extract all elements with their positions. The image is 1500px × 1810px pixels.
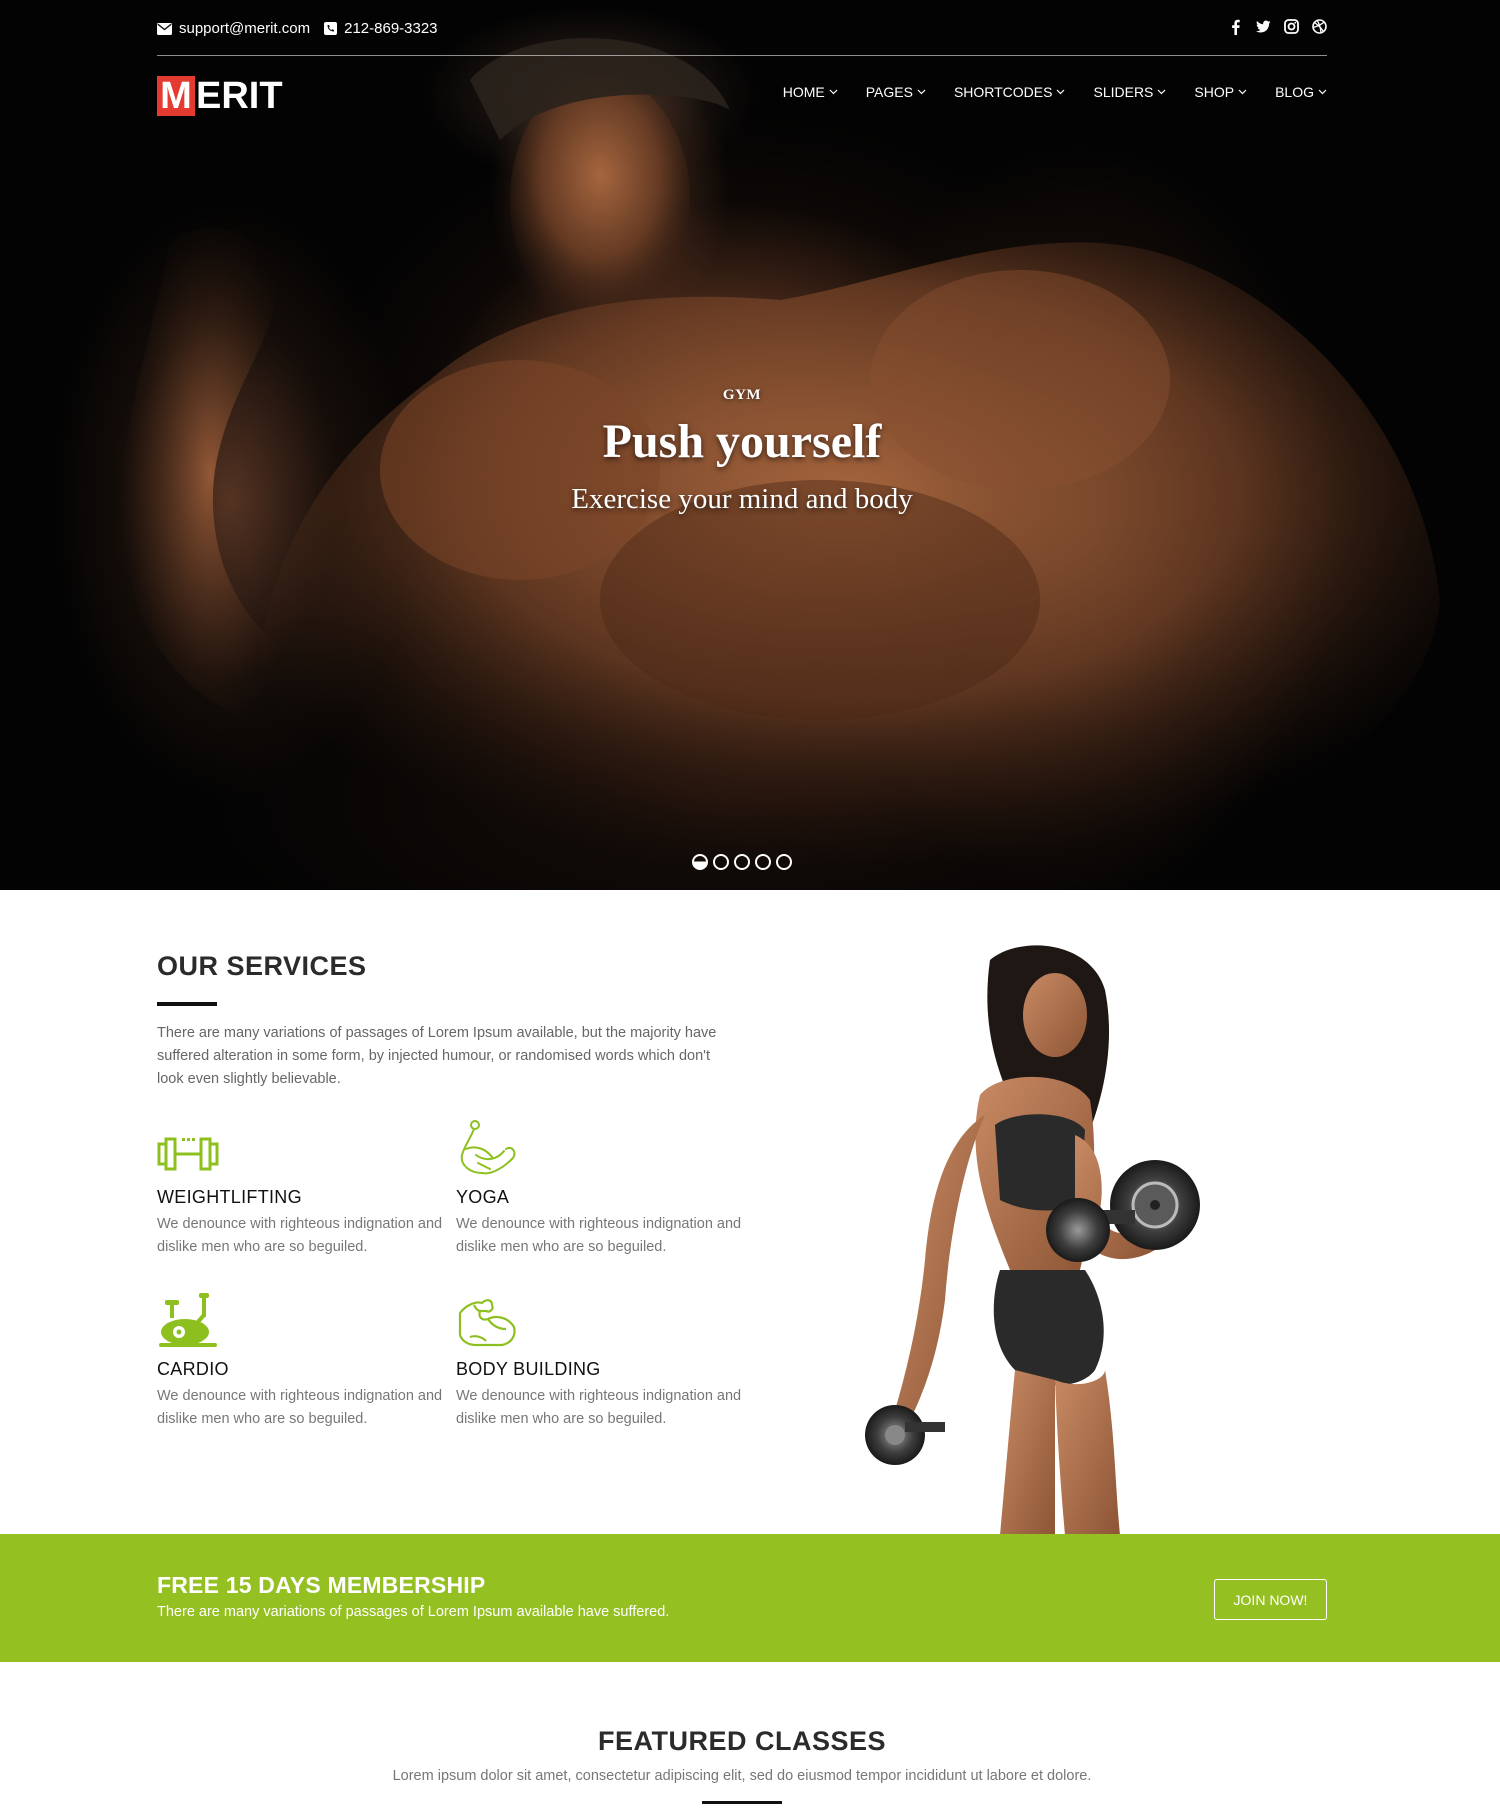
envelope-icon xyxy=(157,22,172,35)
dribbble-icon[interactable] xyxy=(1312,18,1327,35)
featured-title: FEATURED CLASSES xyxy=(597,1726,887,1756)
nav-label: SLIDERS xyxy=(1093,84,1154,100)
cta-title: FREE 15 DAYS MEMBERSHIP xyxy=(157,1572,486,1598)
dumbbell-icon xyxy=(157,1119,447,1181)
featured-subtitle: Lorem ipsum dolor sit amet, consectetur … xyxy=(392,1768,1092,1784)
services-intro: There are many variations of passages of… xyxy=(157,1025,717,1087)
exercise-bike-icon xyxy=(157,1291,447,1353)
services-title: OUR SERVICES xyxy=(157,951,367,981)
nav-label: HOME xyxy=(782,84,825,100)
twitter-icon[interactable] xyxy=(1256,18,1271,35)
social-links xyxy=(1228,18,1327,35)
chevron-down-icon xyxy=(1238,89,1247,95)
logo-text: ERIT xyxy=(196,74,283,117)
hero-caption: GYM Push yourself Exercise your mind and… xyxy=(0,387,1484,516)
slider-dot-5[interactable] xyxy=(776,854,792,870)
service-body-building[interactable]: BODY BUILDING We denounce with righteous… xyxy=(456,1291,746,1431)
services-divider xyxy=(157,1002,217,1006)
slider-dot-1[interactable] xyxy=(692,854,708,870)
nav-label: PAGES xyxy=(865,84,913,100)
phone-icon xyxy=(324,22,338,35)
chevron-down-icon xyxy=(917,89,926,95)
service-text: We denounce with righteous indignation a… xyxy=(157,1216,443,1255)
service-cardio[interactable]: CARDIO We denounce with righteous indign… xyxy=(157,1291,447,1431)
contact-info: support@merit.com 212-869-3323 xyxy=(157,20,452,37)
nav-item-blog[interactable]: BLOG xyxy=(1275,84,1327,100)
yoga-icon xyxy=(456,1119,746,1181)
join-now-button[interactable]: JOIN NOW! xyxy=(1214,1579,1327,1620)
service-yoga[interactable]: YOGA We denounce with righteous indignat… xyxy=(456,1119,746,1259)
service-title: YOGA xyxy=(456,1187,510,1207)
nav-item-sliders[interactable]: SLIDERS xyxy=(1093,84,1166,100)
service-weightlifting[interactable]: WEIGHTLIFTING We denounce with righteous… xyxy=(157,1119,447,1259)
hero-title: Push yourself xyxy=(602,415,882,468)
slider-dot-3[interactable] xyxy=(734,854,750,870)
chevron-down-icon xyxy=(829,89,838,95)
nav-label: SHORTCODES xyxy=(953,84,1053,100)
nav-item-pages[interactable]: PAGES xyxy=(866,84,926,100)
slider-dot-4[interactable] xyxy=(755,854,771,870)
hero-eyebrow: GYM xyxy=(722,387,762,403)
chevron-down-icon xyxy=(1057,89,1065,95)
nav-item-shortcodes[interactable]: SHORTCODES xyxy=(954,84,1066,100)
hero-subtitle: Exercise your mind and body xyxy=(571,483,913,515)
slider-dot-2[interactable] xyxy=(713,854,729,870)
hero-slider: support@merit.com 212-869-3323 M ERIT HO… xyxy=(0,0,1500,890)
service-text: We denounce with righteous indignation a… xyxy=(456,1216,742,1255)
chevron-down-icon xyxy=(1157,89,1166,95)
top-bar: support@merit.com 212-869-3323 xyxy=(157,16,1327,56)
slider-pagination xyxy=(692,854,792,870)
nav-label: BLOG xyxy=(1275,84,1314,100)
fitness-woman-image xyxy=(865,945,1200,1535)
service-text: We denounce with righteous indignation a… xyxy=(456,1388,742,1427)
cta-subtitle: There are many variations of passages of… xyxy=(157,1604,670,1620)
phone-link[interactable]: 212-869-3323 xyxy=(324,20,438,37)
service-text: We denounce with righteous indignation a… xyxy=(157,1388,443,1427)
service-title: WEIGHTLIFTING xyxy=(157,1187,302,1207)
email-text: support@merit.com xyxy=(179,20,311,37)
nav-item-shop[interactable]: SHOP xyxy=(1194,84,1247,100)
site-logo[interactable]: M ERIT xyxy=(157,74,283,117)
nav-item-home[interactable]: HOME xyxy=(783,84,838,100)
chevron-down-icon xyxy=(1318,89,1327,95)
flexed-arm-icon xyxy=(456,1291,746,1353)
nav-label: SHOP xyxy=(1194,84,1235,100)
instagram-icon[interactable] xyxy=(1284,18,1299,35)
email-link[interactable]: support@merit.com xyxy=(157,20,310,37)
service-title: BODY BUILDING xyxy=(456,1359,601,1379)
phone-text: 212-869-3323 xyxy=(344,20,438,37)
featured-divider xyxy=(702,1801,782,1804)
service-title: CARDIO xyxy=(157,1359,229,1379)
membership-banner: FREE 15 DAYS MEMBERSHIP There are many v… xyxy=(0,1534,1500,1662)
logo-initial: M xyxy=(157,75,195,117)
facebook-icon[interactable] xyxy=(1228,18,1243,35)
main-nav: HOME PAGES SHORTCODES SLIDERS SHOP BLOG xyxy=(783,84,1327,100)
